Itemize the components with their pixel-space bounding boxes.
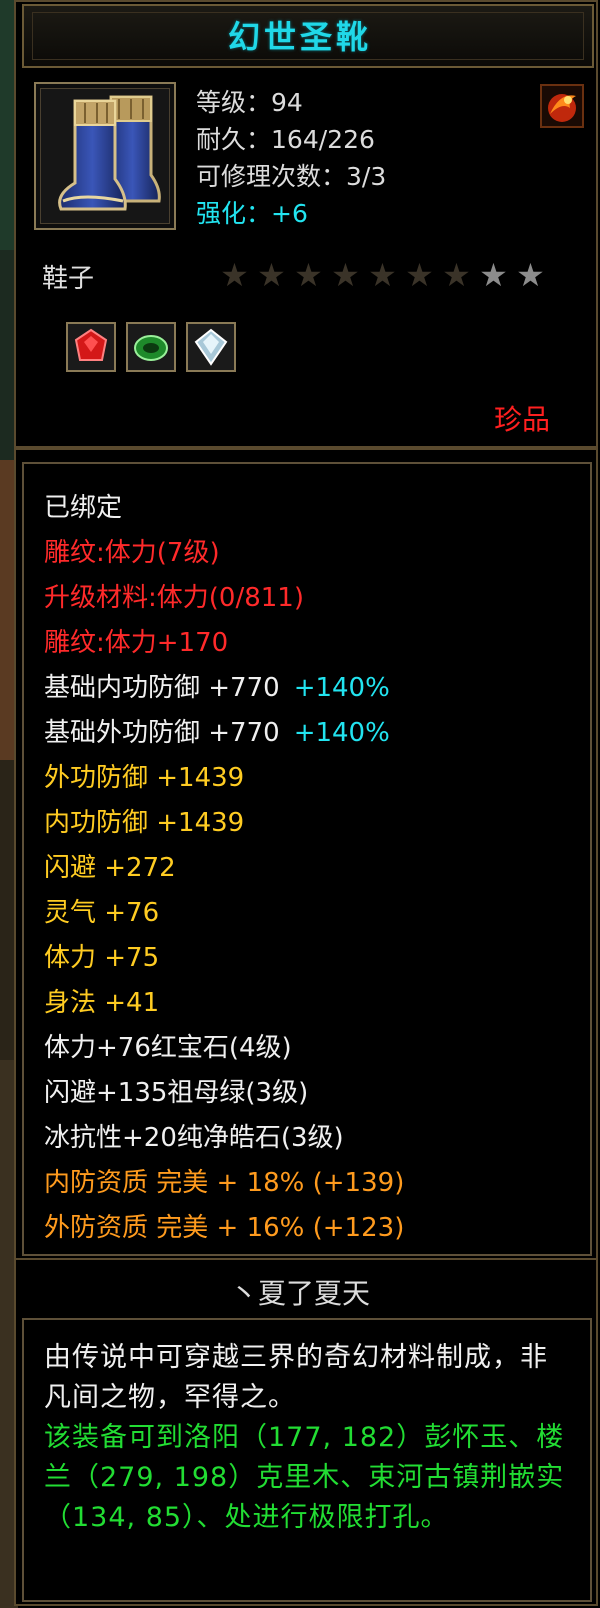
attribute-text: 闪避+135祖母绿(3级) xyxy=(44,1078,309,1108)
attribute-row: 外防资质 完美 + 16% (+123) xyxy=(44,1206,404,1251)
boots-icon xyxy=(58,95,161,211)
attribute-text: 雕纹:体力(7级) xyxy=(44,538,220,568)
star-icon: ★ xyxy=(479,256,508,294)
level-row: 等级：94 xyxy=(196,88,303,117)
star-icon: ★ xyxy=(516,256,545,294)
attribute-text: 内防资质 完美 + 18% (+139) xyxy=(44,1168,405,1198)
attribute-bonus: +140% xyxy=(293,673,390,703)
attribute-text: 升级材料:体力(0/811) xyxy=(44,583,304,613)
diamond-gem-icon xyxy=(194,328,228,366)
star-icon: ★ xyxy=(368,256,397,294)
owner-name: 丶夏了夏天 xyxy=(229,1277,370,1310)
lore-text: 由传说中可穿越三界的奇幻材料制成，非凡间之物，罕得之。 xyxy=(44,1342,548,1413)
item-type: 鞋子 xyxy=(42,264,95,294)
attribute-row: 体力 +75 xyxy=(44,936,404,981)
attribute-row: 灵气 +76 xyxy=(44,891,404,936)
durability-label: 耐久 xyxy=(196,125,247,154)
socket-3[interactable] xyxy=(186,322,236,372)
level-label: 等级 xyxy=(196,88,247,117)
star-icon: ★ xyxy=(257,256,286,294)
attribute-text: 外防资质 完美 + 16% (+123) xyxy=(44,1213,405,1243)
item-name: 幻世圣靴 xyxy=(227,18,372,56)
attribute-row: 闪避+135祖母绿(3级) xyxy=(44,1071,404,1116)
attribute-row: 雕纹:体力+170 xyxy=(44,621,404,666)
socket-2[interactable] xyxy=(126,322,176,372)
star-icon: ★ xyxy=(442,256,471,294)
attribute-row: 基础外功防御 +770 +140% xyxy=(44,711,404,756)
enhance-value: +6 xyxy=(271,199,308,228)
description: 由传说中可穿越三界的奇幻材料制成，非凡间之物，罕得之。 该装备可到洛阳（177,… xyxy=(44,1338,574,1538)
attribute-text: 已绑定 xyxy=(44,493,123,523)
socket-1[interactable] xyxy=(66,322,116,372)
attribute-row: 内功防御 +1439 xyxy=(44,801,404,846)
attribute-row: 升级材料:体力(0/811) xyxy=(44,576,404,621)
star-rating: ★ ★ ★ ★ ★ ★ ★ ★ ★ xyxy=(216,256,549,294)
durability-value: 164/226 xyxy=(271,125,375,154)
attribute-row: 已绑定 xyxy=(44,486,404,531)
item-icon-frame[interactable] xyxy=(34,82,176,230)
attribute-text: 基础内功防御 +770 xyxy=(44,673,280,703)
attribute-text: 闪避 +272 xyxy=(44,853,176,883)
attribute-text: 身法 +41 xyxy=(44,988,160,1018)
fire-emblem-icon xyxy=(540,84,584,128)
attribute-row: 身法 +41 xyxy=(44,981,404,1026)
attribute-text: 体力 +75 xyxy=(44,943,160,973)
attribute-row: 闪避 +272 xyxy=(44,846,404,891)
divider xyxy=(14,1258,598,1260)
star-icon: ★ xyxy=(220,256,249,294)
item-stats: 等级：94 耐久：164/226 可修理次数：3/3 强化：+6 xyxy=(196,84,386,232)
star-icon: ★ xyxy=(294,256,323,294)
attribute-text: 内功防御 +1439 xyxy=(44,808,245,838)
durability-row: 耐久：164/226 xyxy=(196,125,375,154)
attribute-row: 冰抗性+20纯净皓石(3级) xyxy=(44,1116,404,1161)
enhance-label: 强化 xyxy=(196,199,247,228)
attribute-list: 已绑定雕纹:体力(7级) 升级材料:体力(0/811) 雕纹:体力+170 基础内功防… xyxy=(44,486,404,1251)
attribute-row: 雕纹:体力(7级) xyxy=(44,531,404,576)
attribute-text: 外功防御 +1439 xyxy=(44,763,245,793)
emerald-gem-icon xyxy=(134,335,168,361)
repair-label: 可修理次数 xyxy=(196,162,322,191)
attribute-text: 体力+76红宝石(4级) xyxy=(44,1033,292,1063)
attribute-row: 体力+76红宝石(4级) xyxy=(44,1026,404,1071)
attribute-row: 内防资质 完美 + 18% (+139) xyxy=(44,1161,404,1206)
repair-row: 可修理次数：3/3 xyxy=(196,162,387,191)
attribute-text: 雕纹:体力+170 xyxy=(44,628,229,658)
attribute-row: 基础内功防御 +770 +140% xyxy=(44,666,404,711)
ruby-gem-icon xyxy=(74,328,108,361)
attribute-text: 冰抗性+20纯净皓石(3级) xyxy=(44,1123,344,1153)
star-icon: ★ xyxy=(331,256,360,294)
level-value: 94 xyxy=(271,88,303,117)
enhance-row: 强化：+6 xyxy=(196,199,308,228)
attribute-text: 基础外功防御 +770 xyxy=(44,718,280,748)
attribute-row: 外功防御 +1439 xyxy=(44,756,404,801)
rarity-label: 珍品 xyxy=(493,403,550,436)
star-icon: ★ xyxy=(405,256,434,294)
attribute-text: 灵气 +76 xyxy=(44,898,160,928)
repair-value: 3/3 xyxy=(346,162,387,191)
attribute-bonus: +140% xyxy=(293,718,390,748)
divider xyxy=(14,446,598,450)
socket-hint-text: 该装备可到洛阳（177, 182）彭怀玉、楼兰（279, 198）克里木、束河古… xyxy=(44,1422,565,1533)
